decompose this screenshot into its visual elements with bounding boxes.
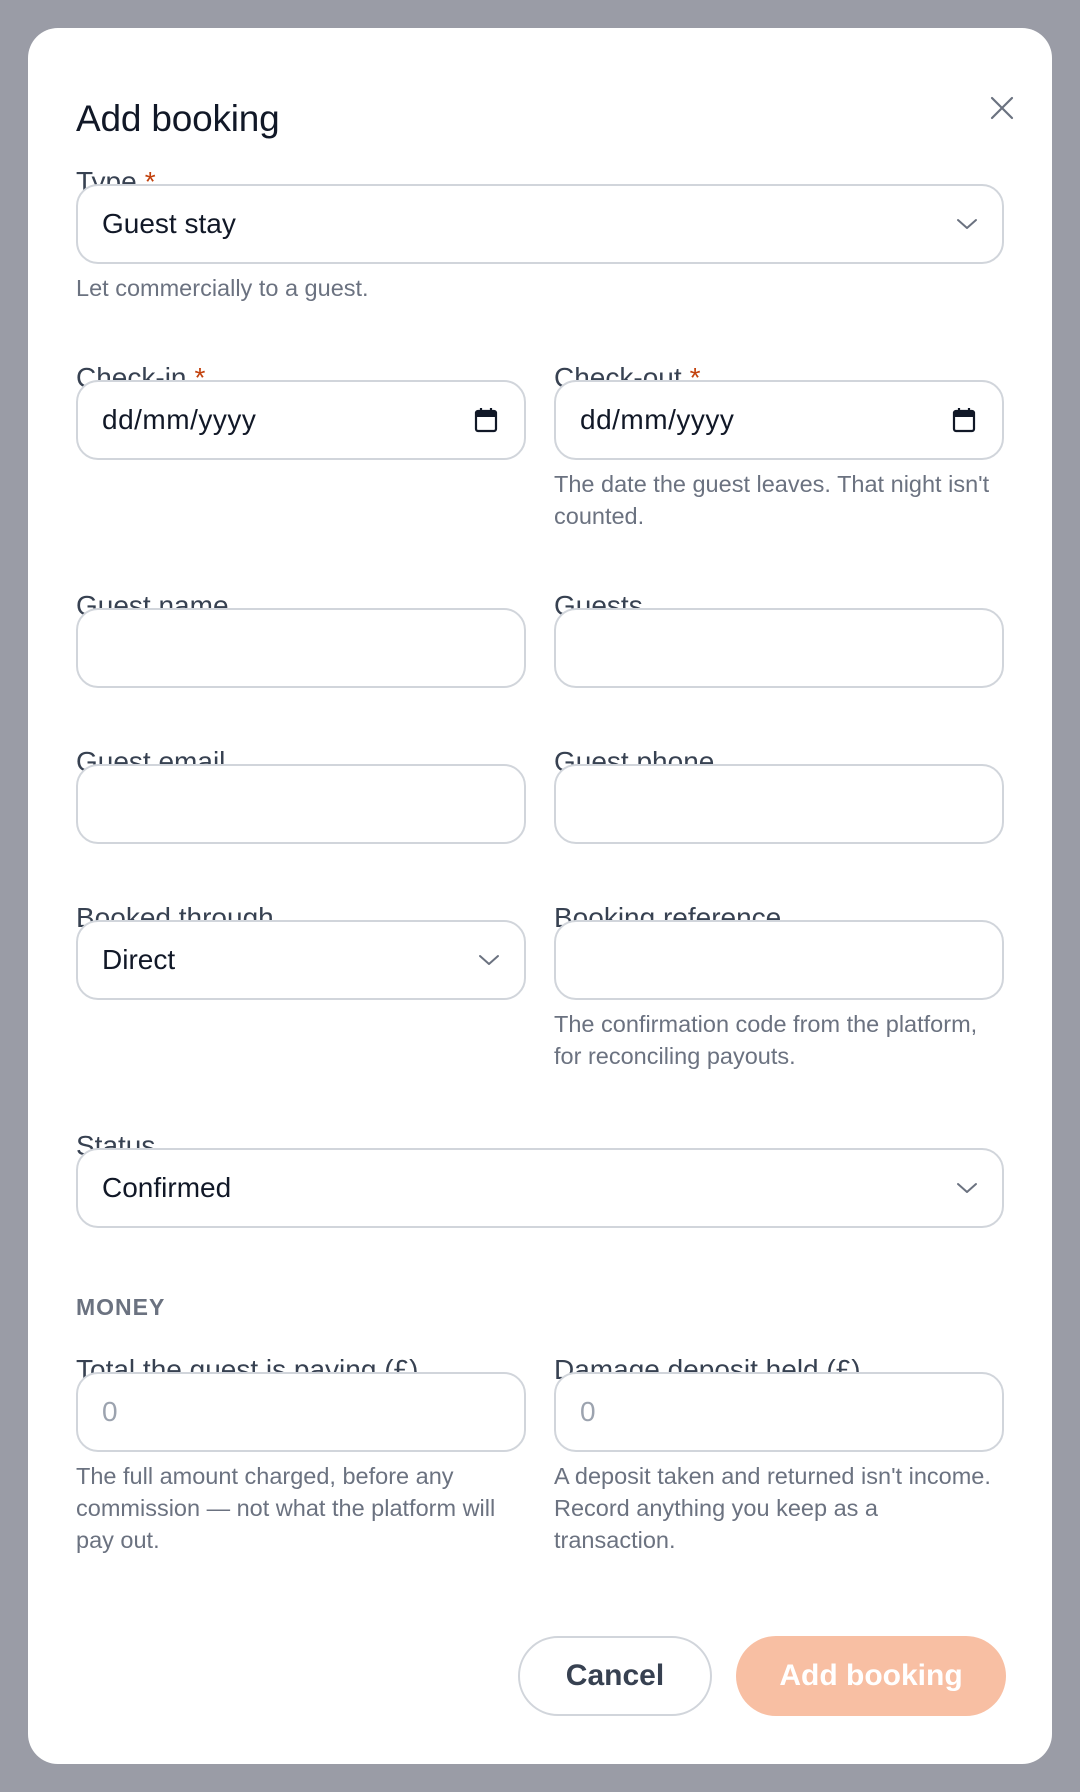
status-select-value: Confirmed — [102, 1172, 232, 1203]
money-section-heading: MONEY — [76, 1294, 166, 1320]
guest-name-input[interactable] — [76, 608, 526, 688]
cancel-button[interactable]: Cancel — [518, 1636, 712, 1716]
total-input[interactable] — [76, 1372, 526, 1452]
total-help: The full amount charged, before any comm… — [76, 1463, 496, 1553]
booking-reference-input[interactable] — [554, 920, 1004, 1000]
calendar-icon[interactable] — [952, 407, 976, 433]
guests-input[interactable] — [554, 608, 1004, 688]
check-out-date-input[interactable]: dd/mm/yyyy — [554, 380, 1004, 460]
type-select[interactable]: Guest stay — [76, 184, 1004, 264]
chevron-down-icon — [956, 1181, 978, 1195]
booked-through-value: Direct — [102, 944, 176, 975]
add-booking-dialog: Add booking Type * Guest stay Let commerc… — [28, 28, 1052, 1764]
check-in-date-input[interactable]: dd/mm/yyyy — [76, 380, 526, 460]
chevron-down-icon — [956, 217, 978, 231]
guest-email-input[interactable] — [76, 764, 526, 844]
add-booking-button[interactable]: Add booking — [736, 1636, 1006, 1716]
deposit-input[interactable] — [554, 1372, 1004, 1452]
check-out-help: The date the guest leaves. That night is… — [554, 471, 990, 529]
deposit-help: A deposit taken and returned isn't incom… — [554, 1463, 991, 1553]
status-select[interactable]: Confirmed — [76, 1148, 1004, 1228]
type-select-value: Guest stay — [102, 208, 236, 239]
check-out-placeholder: dd/mm/yyyy — [580, 404, 735, 435]
guest-phone-input[interactable] — [554, 764, 1004, 844]
booking-reference-help: The confirmation code from the platform,… — [554, 1011, 978, 1069]
booked-through-select[interactable]: Direct — [76, 920, 526, 1000]
scroll-fade — [28, 1583, 1052, 1623]
chevron-down-icon — [478, 953, 500, 967]
check-in-placeholder: dd/mm/yyyy — [102, 404, 257, 435]
close-button[interactable] — [982, 88, 1022, 128]
dialog-title: Add booking — [76, 98, 280, 139]
close-icon — [990, 96, 1014, 120]
type-help: Let commercially to a guest. — [76, 275, 369, 301]
calendar-icon[interactable] — [474, 407, 498, 433]
